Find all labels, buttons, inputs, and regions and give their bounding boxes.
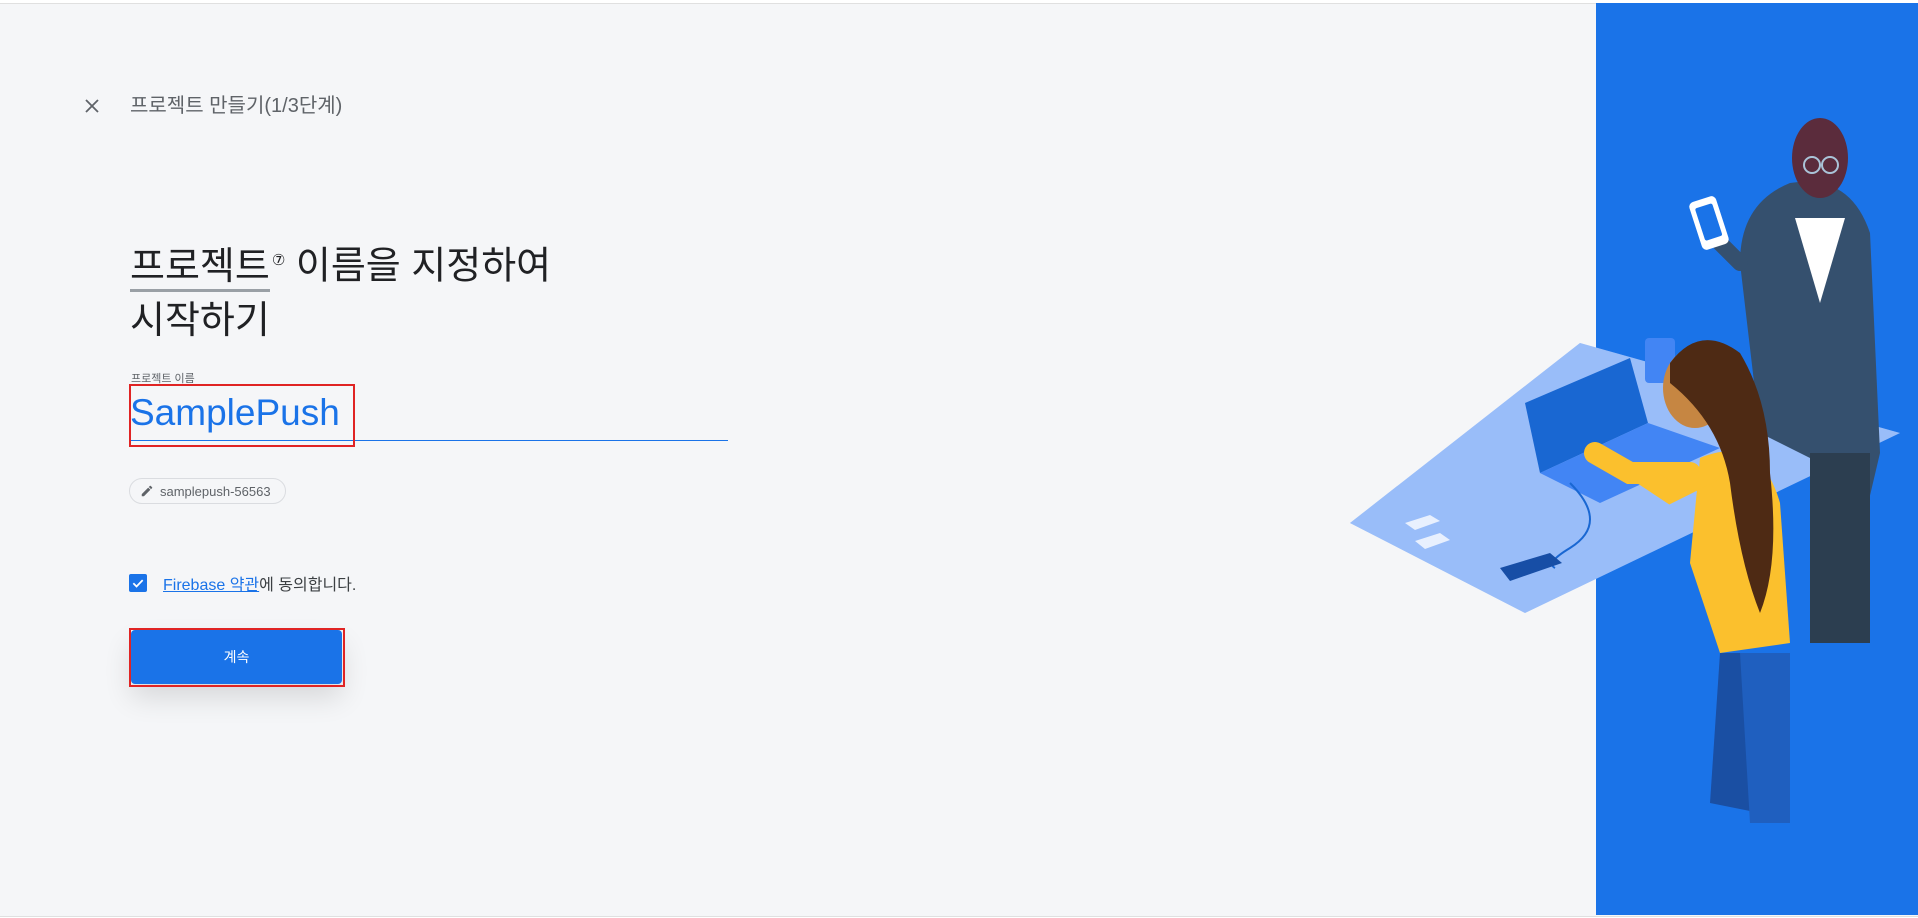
page-headline: 프로젝트 ⑦ 이름을 지정하여 시작하기 bbox=[130, 234, 690, 348]
close-icon bbox=[85, 99, 99, 113]
project-name-input[interactable] bbox=[130, 388, 728, 438]
project-illustration bbox=[1350, 3, 1918, 915]
help-circle-icon[interactable]: ⑦ bbox=[272, 234, 285, 288]
check-icon bbox=[132, 579, 144, 588]
terms-checkbox[interactable] bbox=[129, 574, 147, 592]
project-term-link[interactable]: 프로젝트 bbox=[130, 245, 270, 292]
terms-row: Firebase 약관 에 동의합니다. bbox=[129, 571, 356, 595]
close-button[interactable] bbox=[80, 94, 104, 118]
project-id-chip[interactable]: samplepush-56563 bbox=[129, 478, 286, 504]
pencil-icon bbox=[141, 485, 153, 497]
terms-suffix: 에 동의합니다. bbox=[259, 577, 357, 594]
firebase-terms-link[interactable]: Firebase 약관 bbox=[163, 571, 259, 595]
headline-line2: 시작하기 bbox=[130, 299, 270, 342]
project-name-label: 프로젝트 이름 bbox=[131, 373, 195, 385]
project-id-text: samplepush-56563 bbox=[160, 483, 271, 499]
continue-button[interactable]: 계속 bbox=[131, 630, 342, 684]
project-name-field bbox=[130, 388, 728, 441]
step-title: 프로젝트 만들기(1/3단계) bbox=[130, 95, 343, 117]
headline-text: 이름을 지정하여 bbox=[285, 245, 552, 288]
